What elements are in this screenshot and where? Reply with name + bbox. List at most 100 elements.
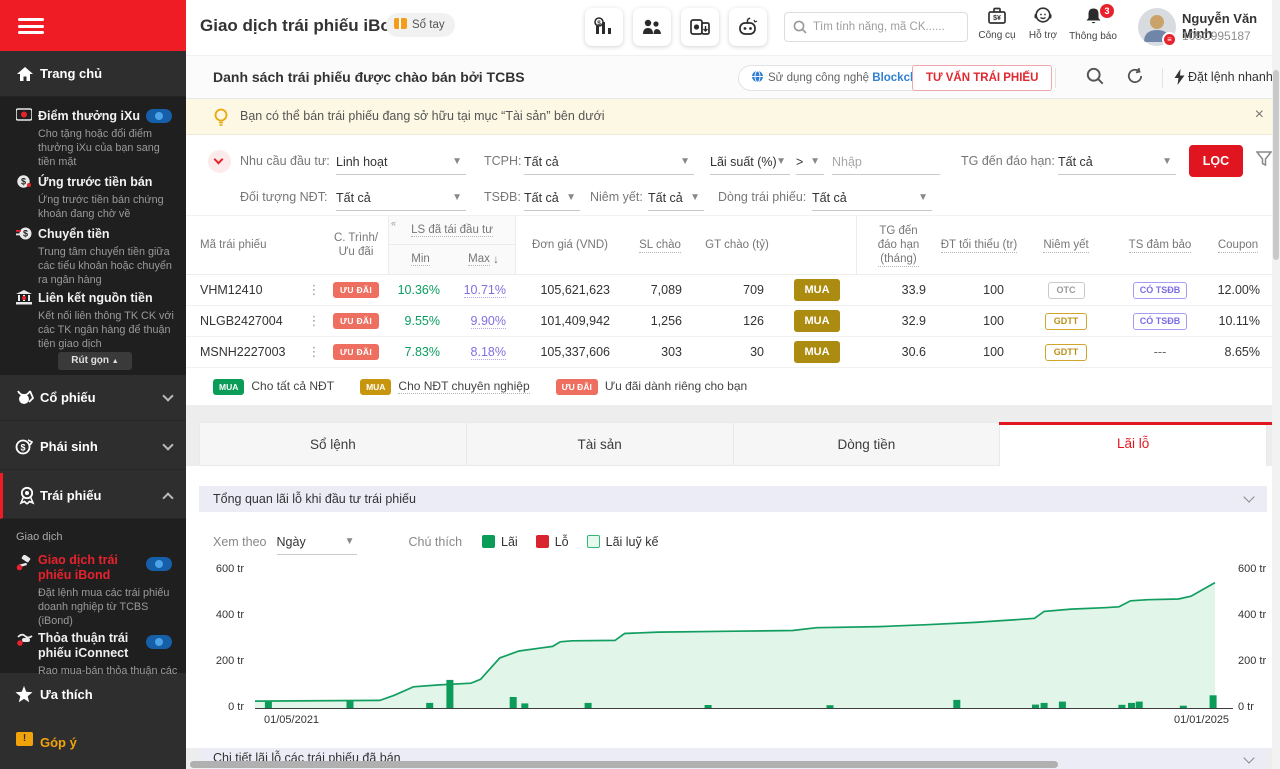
cell-bond-code[interactable]: MSNH2227003: [200, 345, 304, 359]
col-header-maturity[interactable]: TG đến đáo hạn (tháng): [856, 216, 940, 274]
sidebar-item-ixu[interactable]: Điểm thưởng iXu Cho tặng hoặc đổi điểm t…: [0, 107, 186, 169]
cell-maturity: 30.6: [856, 345, 940, 359]
overview-section-header[interactable]: Tổng quan lãi lỗ khi đầu tư trái phiếu: [199, 486, 1267, 512]
legend-item-cumulative: Lãi luỹ kế: [587, 535, 659, 549]
cumulative-swatch: [587, 535, 600, 548]
scrollbar-thumb[interactable]: [1273, 70, 1279, 260]
tab-order-book[interactable]: Sổ lệnh: [199, 422, 467, 466]
sidebar-item-iconnect[interactable]: Thỏa thuận trái phiếu iConnect Rao mua-b…: [0, 631, 186, 678]
divider: [1162, 68, 1163, 88]
refresh-icon[interactable]: [1126, 67, 1148, 89]
sidebar-item-desc: Kết nối liên thông TK CK với các TK ngân…: [38, 309, 176, 351]
search-input[interactable]: [813, 21, 958, 33]
cell-bond-code[interactable]: VHM12410: [200, 283, 304, 297]
col-header-price[interactable]: Đơn giá (VND): [516, 216, 624, 274]
cell-bond-code[interactable]: NLGB2427004: [200, 314, 304, 328]
maturity-select[interactable]: Tất cả▼: [1058, 149, 1176, 175]
x-tick-end: 01/01/2025: [1174, 714, 1229, 726]
rate-type-select[interactable]: Lãi suất (%)▼: [710, 149, 790, 175]
sidebar-item-feedback[interactable]: ! Góp ý: [0, 726, 186, 758]
sidebar-item-favorites[interactable]: Ưa thích: [0, 673, 186, 715]
view-by-select[interactable]: Ngày▼: [277, 529, 357, 555]
sidebar-item-bank-link[interactable]: Liên kết nguồn tiền Kết nối liên thông T…: [0, 289, 186, 351]
filter-apply-button[interactable]: LỌC: [1189, 145, 1243, 177]
global-search[interactable]: [784, 12, 968, 42]
col-header-value[interactable]: GT chào (tỷ): [696, 216, 778, 274]
col-header-ls-group[interactable]: LS đã tái đầu tư: [411, 224, 493, 237]
col-header-min-invest[interactable]: ĐT tối thiểu (tr): [940, 216, 1018, 274]
clear-filter-icon[interactable]: [1256, 151, 1272, 167]
sidebar-item-ibond[interactable]: Giao dịch trái phiếu iBond Đặt lệnh mua …: [0, 553, 186, 628]
hamburger-menu-icon[interactable]: [18, 18, 44, 34]
col-header-max[interactable]: Max ↓: [452, 245, 515, 274]
sidebar-group-bonds[interactable]: Trái phiếu: [0, 473, 186, 519]
filter-label: Đối tượng NĐT:: [240, 190, 327, 204]
search-list-icon[interactable]: [1086, 67, 1108, 89]
col-header-code[interactable]: Mã trái phiếu: [200, 216, 304, 274]
sort-desc-icon[interactable]: ↓: [493, 254, 499, 266]
y-tick-label: 600 tr: [200, 563, 244, 575]
listing-select[interactable]: Tất cả▼: [648, 185, 704, 211]
tools-button[interactable]: $¥ Công cụ: [971, 7, 1023, 41]
col-header-qty[interactable]: SL chào: [624, 216, 696, 274]
col-header-collateral[interactable]: TS đảm bảo: [1114, 216, 1206, 274]
book-icon: [394, 18, 407, 29]
collapse-button[interactable]: Rút gọn ▲: [58, 352, 132, 370]
bond-advisory-button[interactable]: TƯ VẤN TRÁI PHIẾU: [912, 65, 1052, 91]
sidebar-group-derivatives[interactable]: $ Phái sinh: [0, 424, 186, 470]
collapse-columns-icon[interactable]: «: [391, 218, 396, 228]
notifications-button[interactable]: 3 Thông báo: [1064, 7, 1122, 42]
vertical-scrollbar[interactable]: [1272, 0, 1280, 769]
collateral-select[interactable]: Tất cả▼: [524, 185, 580, 211]
support-button[interactable]: Hỗ trợ: [1017, 7, 1069, 41]
sidebar-group-stocks[interactable]: Cổ phiếu: [0, 375, 186, 421]
cell-value: 126: [696, 314, 778, 328]
row-menu-icon[interactable]: ⋮: [308, 282, 321, 298]
sidebar-item-transfer[interactable]: $ Chuyển tiền Trung tâm chuyển tiền giữa…: [0, 225, 186, 287]
issuer-select[interactable]: Tất cả▼: [524, 149, 694, 175]
tab-profit-loss[interactable]: Lãi lỗ: [1000, 422, 1267, 466]
main-area: Giao dịch trái phiếu iBond Sổ tay $ $¥ C…: [186, 0, 1280, 769]
bond-line-select[interactable]: Tất cả▼: [812, 185, 932, 211]
row-menu-icon[interactable]: ⋮: [308, 313, 321, 329]
quick-order-button[interactable]: Đặt lệnh nhanh: [1188, 70, 1273, 84]
listing-tag: GDTT: [1045, 313, 1088, 330]
bond-list-card: Nhu cầu đầu tư: Linh hoạt▼ TCPH: Tất cả▼…: [186, 135, 1280, 405]
chevron-down-icon: [1243, 752, 1254, 763]
svg-text:$¥: $¥: [993, 15, 1001, 22]
assistant-shortcut-button[interactable]: [729, 8, 767, 46]
transfer-shortcut-button[interactable]: [681, 8, 719, 46]
cell-rate-min: 10.36%: [388, 283, 454, 297]
handbook-badge[interactable]: Sổ tay: [386, 13, 455, 37]
collapse-filters-button[interactable]: [208, 150, 231, 173]
rate-value-input[interactable]: [832, 149, 940, 175]
community-shortcut-button[interactable]: [633, 8, 671, 46]
investor-type-select[interactable]: Tất cả▼: [336, 185, 466, 211]
rate-operator-select[interactable]: >▼: [796, 149, 824, 175]
cell-coupon: 8.65%: [1206, 345, 1270, 359]
profit-loss-chart[interactable]: [255, 561, 1233, 713]
tab-cash-flow[interactable]: Dòng tiền: [734, 422, 1001, 466]
medal-icon: [18, 486, 36, 505]
sidebar-item-advance[interactable]: $ Ứng trước tiền bán Ứng trước tiền bán …: [0, 173, 186, 221]
buy-button[interactable]: MUA: [794, 310, 840, 332]
buy-button[interactable]: MUA: [794, 279, 840, 301]
cell-rate-max: 8.18%: [471, 345, 506, 360]
sidebar-item-home[interactable]: Trang chủ: [0, 51, 186, 97]
col-header-min[interactable]: Min: [389, 245, 452, 274]
horizontal-scrollbar[interactable]: [190, 761, 1058, 768]
buy-button[interactable]: MUA: [794, 341, 840, 363]
row-menu-icon[interactable]: ⋮: [308, 344, 321, 360]
col-header-coupon[interactable]: Coupon: [1206, 216, 1270, 274]
filter-label: TSĐB:: [484, 190, 521, 204]
cell-min-invest: 100: [940, 314, 1018, 328]
close-icon[interactable]: ×: [1255, 106, 1264, 124]
col-header-listing[interactable]: Niêm yết: [1018, 216, 1114, 274]
tab-assets[interactable]: Tài sản: [467, 422, 734, 466]
money-chart-shortcut-button[interactable]: $: [585, 8, 623, 46]
investment-need-select[interactable]: Linh hoạt▼: [336, 149, 466, 175]
chevron-down-icon: ▼: [690, 185, 700, 211]
col-header-program[interactable]: C. Trình/ Ưu đãi: [324, 216, 388, 274]
bell-icon: [1085, 7, 1102, 25]
cell-maturity: 32.9: [856, 314, 940, 328]
